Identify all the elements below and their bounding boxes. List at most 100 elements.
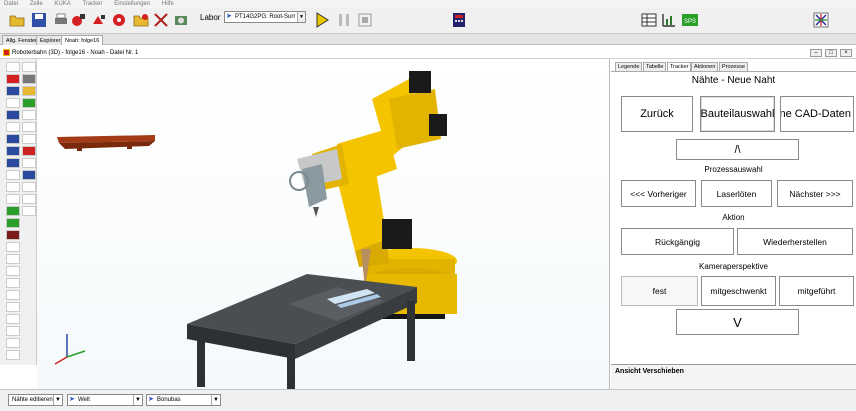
down-button[interactable]: V <box>676 309 799 335</box>
coordinate-frame-value: Welt <box>78 397 90 403</box>
tool-frame-value: Bonubas <box>157 397 181 403</box>
open-project-icon[interactable] <box>132 11 150 29</box>
view-tool-icon-27[interactable] <box>6 218 20 228</box>
view-tool-icon-29[interactable] <box>6 242 20 252</box>
sps-icon[interactable]: SPS <box>681 11 699 29</box>
view-tool-icon-17[interactable] <box>6 158 20 168</box>
tool-frame-select[interactable]: ➤ Bonubas ▼ <box>146 394 221 406</box>
no-cad-data-button[interactable]: ohne CAD-Daten <box>780 96 854 132</box>
view-tool-icon-32[interactable] <box>6 278 20 288</box>
tab-processes[interactable]: Prozesse <box>719 62 748 71</box>
view-tool-icon-30[interactable] <box>6 254 20 264</box>
menu-item-datei[interactable]: Datei <box>4 1 18 7</box>
panel-heading: Nähte - Neue Naht <box>691 75 776 86</box>
calculator-icon[interactable] <box>450 11 468 29</box>
camera-icon[interactable] <box>172 11 190 29</box>
tab-active-sequence[interactable]: Noah: folge16 <box>61 35 104 45</box>
view-tool-icon-9[interactable] <box>6 110 20 120</box>
mode-select-value: PT14G2PG: Root-Surr <box>235 14 296 20</box>
open-folder-icon[interactable] <box>8 11 26 29</box>
view-tool-icon-1[interactable] <box>6 62 20 72</box>
back-button[interactable]: Zurück <box>621 96 693 132</box>
menu-item-zelle[interactable]: Zelle <box>30 1 43 7</box>
chart-view-icon[interactable] <box>660 11 678 29</box>
main-toolbar: Labor ➤ PT14G2PG: Root-Surr ▼ SPS <box>0 8 856 34</box>
view-tool-icon-14[interactable] <box>22 134 36 144</box>
view-tool-icon-35[interactable] <box>6 314 20 324</box>
view-tool-icon-31[interactable] <box>6 266 20 276</box>
process-value[interactable]: Laserlöten <box>701 180 772 207</box>
pointer-icon: ➤ <box>226 13 232 20</box>
pause-icon[interactable] <box>335 11 353 29</box>
view-tool-icon-22[interactable] <box>22 182 36 192</box>
menu-item-tracker[interactable]: Tracker <box>82 1 102 7</box>
mode-select[interactable]: ➤ PT14G2PG: Root-Surr ▼ <box>224 11 306 23</box>
menu-item-kuka[interactable]: KUKA <box>54 1 70 7</box>
view-tool-icon-15[interactable] <box>6 146 20 156</box>
view-tool-icon-11[interactable] <box>6 122 20 132</box>
camera-swiveled-button[interactable]: mitgeschwenkt <box>701 276 776 306</box>
view-tool-icon-26[interactable] <box>22 206 36 216</box>
robot-add-icon[interactable] <box>70 11 88 29</box>
close-button[interactable]: × <box>840 49 852 57</box>
3d-viewport[interactable] <box>37 59 610 389</box>
view-tool-icon-25[interactable] <box>6 206 20 216</box>
view-tool-icon-36[interactable] <box>6 326 20 336</box>
view-tool-icon-34[interactable] <box>6 302 20 312</box>
camera-guided-button[interactable]: mitgeführt <box>779 276 854 306</box>
tab-tracker[interactable]: Tracker <box>667 62 692 71</box>
maximize-button[interactable]: □ <box>825 49 837 57</box>
robot-move-icon[interactable] <box>90 11 108 29</box>
view-tool-icon-23[interactable] <box>6 194 20 204</box>
view-tool-icon-4[interactable] <box>22 74 36 84</box>
table-view-icon[interactable] <box>640 11 658 29</box>
robot-app-icon <box>3 49 10 56</box>
view-tool-icon-12[interactable] <box>22 122 36 132</box>
view-tool-icon-20[interactable] <box>22 170 36 180</box>
save-icon[interactable] <box>30 11 48 29</box>
pointer-icon: ➤ <box>148 396 154 403</box>
view-tool-icon-8[interactable] <box>22 98 36 108</box>
view-tool-icon-2[interactable] <box>22 62 36 72</box>
view-tool-icon-7[interactable] <box>6 98 20 108</box>
previous-button[interactable]: <<< Vorheriger <box>621 180 696 207</box>
chevron-down-icon: ▼ <box>297 12 305 22</box>
view-tool-icon-24[interactable] <box>22 194 36 204</box>
next-button[interactable]: Nächster >>> <box>777 180 853 207</box>
view-tool-icon-37[interactable] <box>6 338 20 348</box>
view-tool-icon-10[interactable] <box>22 110 36 120</box>
undo-button[interactable]: Rückgängig <box>621 228 734 255</box>
play-icon[interactable] <box>313 11 331 29</box>
menu-item-hilfe[interactable]: Hilfe <box>162 1 174 7</box>
view-tool-icon-6[interactable] <box>22 86 36 96</box>
coordinate-frame-select[interactable]: ➤ Welt ▼ <box>67 394 143 406</box>
view-tool-icon-5[interactable] <box>6 86 20 96</box>
view-tool-icon-16[interactable] <box>22 146 36 156</box>
camera-fixed-button[interactable]: fest <box>621 276 698 306</box>
view-tool-icon-13[interactable] <box>6 134 20 144</box>
status-bar: Nähte editieren ▼ ➤ Welt ▼ ➤ Bonubas ▼ <box>0 389 856 411</box>
view-tool-icon-38[interactable] <box>6 350 20 360</box>
tools-icon[interactable] <box>152 11 170 29</box>
view-tool-icon-33[interactable] <box>6 290 20 300</box>
edit-mode-select[interactable]: Nähte editieren ▼ <box>8 394 63 406</box>
view-tool-icon-3[interactable] <box>6 74 20 84</box>
stop-icon[interactable] <box>356 11 374 29</box>
redo-button[interactable]: Wiederherstellen <box>737 228 853 255</box>
view-tool-icon-18[interactable] <box>22 158 36 168</box>
minimize-button[interactable]: – <box>810 49 822 57</box>
panel-footer: Ansicht Verschieben <box>611 364 856 389</box>
view-tool-icon-19[interactable] <box>6 170 20 180</box>
tab-actions[interactable]: Aktionen <box>691 62 719 71</box>
tab-legend[interactable]: Legende <box>615 62 643 71</box>
menu-item-einstellungen[interactable]: Einstellungen <box>114 1 150 7</box>
up-button[interactable]: /\ <box>676 139 799 160</box>
view-tools-panel <box>0 59 37 365</box>
tab-table[interactable]: Tabelle <box>643 62 667 71</box>
part-select-button[interactable]: Bauteilauswahl <box>700 96 775 132</box>
view-tool-icon-28[interactable] <box>6 230 20 240</box>
coordinate-system-icon[interactable] <box>812 11 830 29</box>
robot-config-icon[interactable] <box>110 11 128 29</box>
view-tool-icon-21[interactable] <box>6 182 20 192</box>
print-icon[interactable] <box>52 11 70 29</box>
